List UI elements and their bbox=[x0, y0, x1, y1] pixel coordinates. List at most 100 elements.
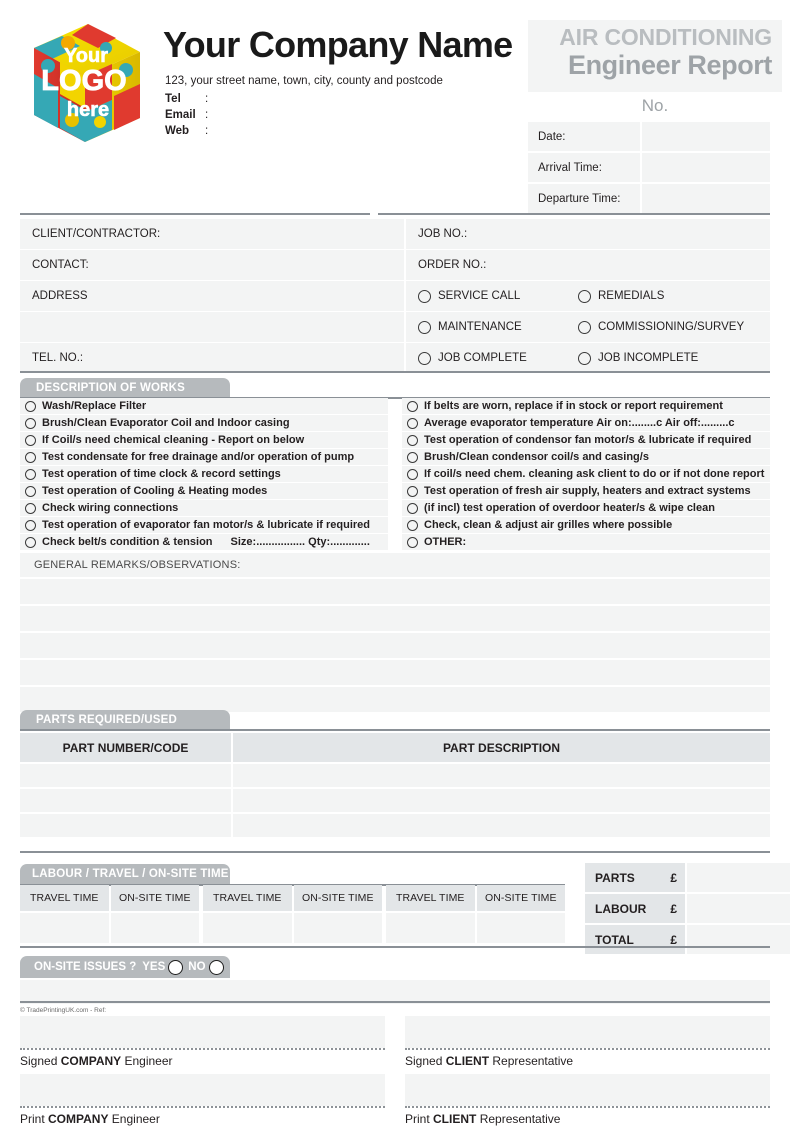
part-number-input[interactable] bbox=[20, 764, 231, 787]
checklist-item[interactable]: If belts are worn, replace if in stock o… bbox=[402, 398, 770, 414]
radio-icon[interactable] bbox=[418, 320, 431, 334]
checklist-label: Average evaporator temperature Air on:..… bbox=[424, 417, 735, 429]
signed-client-representative-input[interactable] bbox=[405, 1016, 770, 1048]
remarks-line[interactable] bbox=[20, 633, 770, 658]
checklist-item[interactable]: If Coil/s need chemical cleaning - Repor… bbox=[20, 432, 388, 448]
part-description-input[interactable] bbox=[233, 789, 770, 812]
checklist-item[interactable]: Average evaporator temperature Air on:..… bbox=[402, 415, 770, 431]
checkbox-icon[interactable] bbox=[407, 502, 418, 514]
part-description-input[interactable] bbox=[233, 814, 770, 837]
checklist-item[interactable]: Test condensate for free drainage and/or… bbox=[20, 449, 388, 465]
header-field-arrival-label: Arrival Time: bbox=[528, 153, 640, 182]
checklist-item[interactable]: (if incl) test operation of overdoor hea… bbox=[402, 500, 770, 516]
radio-icon[interactable] bbox=[578, 351, 591, 365]
table-row: LABOUR £ bbox=[585, 894, 790, 923]
travel-time-input[interactable] bbox=[386, 913, 475, 943]
parts-amount-input[interactable] bbox=[687, 863, 790, 892]
header-fields-table: Date: Arrival Time: Departure Time: bbox=[528, 122, 770, 215]
remarks-line[interactable] bbox=[20, 579, 770, 604]
checkbox-icon[interactable] bbox=[407, 519, 418, 531]
header-divider-left bbox=[20, 213, 370, 215]
checkbox-icon[interactable] bbox=[25, 519, 36, 531]
header-field-departure-input[interactable] bbox=[642, 184, 770, 213]
address-field[interactable]: ADDRESS bbox=[20, 281, 404, 311]
total-amount-input[interactable] bbox=[687, 925, 790, 954]
checklist-item[interactable]: Brush/Clean Evaporator Coil and Indoor c… bbox=[20, 415, 388, 431]
checklist-item[interactable]: Test operation of condensor fan motor/s … bbox=[402, 432, 770, 448]
checklist-item[interactable]: Test operation of Cooling & Heating mode… bbox=[20, 483, 388, 499]
checkbox-icon[interactable] bbox=[25, 468, 36, 480]
option-job-complete[interactable]: JOB COMPLETE bbox=[406, 351, 578, 365]
contact-label-email: Email bbox=[165, 109, 196, 121]
checklist-item[interactable]: Wash/Replace Filter bbox=[20, 398, 388, 414]
checkbox-icon[interactable] bbox=[407, 485, 418, 497]
onsite-time-input[interactable] bbox=[293, 913, 382, 943]
checkbox-icon[interactable] bbox=[25, 417, 36, 429]
checklist-item[interactable]: Check belt/s condition & tension Size:...… bbox=[20, 534, 388, 550]
checklist-label: Test condensate for free drainage and/or… bbox=[42, 451, 355, 463]
checklist-item[interactable]: OTHER: bbox=[402, 534, 770, 550]
checklist-label: Test operation of time clock & record se… bbox=[42, 468, 281, 480]
contact-field[interactable]: CONTACT: bbox=[20, 250, 404, 280]
checkbox-icon[interactable] bbox=[25, 502, 36, 514]
checkbox-icon[interactable] bbox=[25, 434, 36, 446]
travel-time-input[interactable] bbox=[20, 913, 109, 943]
checklist-item[interactable]: Check wiring connections bbox=[20, 500, 388, 516]
checklist-item[interactable]: If coil/s need chem. cleaning ask client… bbox=[402, 466, 770, 482]
checklist-item[interactable]: Test operation of time clock & record se… bbox=[20, 466, 388, 482]
option-maintenance[interactable]: MAINTENANCE bbox=[406, 320, 578, 334]
label-strong: COMPANY bbox=[60, 1054, 122, 1068]
checkbox-icon[interactable] bbox=[407, 468, 418, 480]
onsite-time-input[interactable] bbox=[476, 913, 565, 943]
onsite-time-input[interactable] bbox=[110, 913, 199, 943]
column-header-travel-time: TRAVEL TIME bbox=[20, 885, 109, 911]
print-company-engineer-input[interactable] bbox=[20, 1074, 385, 1106]
client-contractor-field[interactable]: CLIENT/CONTRACTOR: bbox=[20, 219, 404, 249]
signature-grid: Signed COMPANY Engineer Print COMPANY En… bbox=[20, 1016, 770, 1136]
print-client-representative-input[interactable] bbox=[405, 1074, 770, 1106]
checkbox-icon[interactable] bbox=[25, 400, 36, 412]
radio-icon-no[interactable] bbox=[208, 959, 224, 975]
checkbox-icon[interactable] bbox=[407, 434, 418, 446]
radio-icon-yes[interactable] bbox=[168, 959, 184, 975]
checklist-label: If belts are worn, replace if in stock o… bbox=[424, 400, 723, 412]
radio-icon[interactable] bbox=[578, 289, 591, 303]
checklist-item[interactable]: Brush/Clean condensor coil/s and casing/… bbox=[402, 449, 770, 465]
checkbox-icon[interactable] bbox=[407, 451, 418, 463]
radio-icon[interactable] bbox=[578, 320, 591, 334]
checkbox-icon[interactable] bbox=[25, 451, 36, 463]
checkbox-icon[interactable] bbox=[407, 417, 418, 429]
remarks-line[interactable] bbox=[20, 606, 770, 631]
remarks-line[interactable] bbox=[20, 660, 770, 685]
logo-line-1: Your bbox=[64, 45, 108, 67]
header-field-date-input[interactable] bbox=[642, 122, 770, 151]
part-description-input[interactable] bbox=[233, 764, 770, 787]
totals-row-parts: PARTS £ bbox=[585, 863, 685, 892]
order-no-field[interactable]: ORDER NO.: bbox=[406, 250, 770, 280]
remarks-line[interactable] bbox=[20, 687, 770, 712]
option-service-call[interactable]: SERVICE CALL bbox=[406, 289, 578, 303]
checklist-item[interactable]: Check, clean & adjust air grilles where … bbox=[402, 517, 770, 533]
option-job-incomplete[interactable]: JOB INCOMPLETE bbox=[578, 351, 698, 365]
onsite-issues-no-label: NO bbox=[188, 961, 206, 973]
labour-amount-input[interactable] bbox=[687, 894, 790, 923]
signed-company-engineer-input[interactable] bbox=[20, 1016, 385, 1048]
checkbox-icon[interactable] bbox=[407, 400, 418, 412]
option-remedials[interactable]: REMEDIALS bbox=[578, 289, 664, 303]
header-field-arrival-input[interactable] bbox=[642, 153, 770, 182]
checklist-item[interactable]: Test operation of evaporator fan motor/s… bbox=[20, 517, 388, 533]
checklist-item[interactable]: Test operation of fresh air supply, heat… bbox=[402, 483, 770, 499]
part-number-input[interactable] bbox=[20, 789, 231, 812]
part-number-input[interactable] bbox=[20, 814, 231, 837]
checkbox-icon[interactable] bbox=[25, 485, 36, 497]
tel-no-field[interactable]: TEL. NO.: bbox=[20, 343, 404, 373]
address-line-2-field[interactable] bbox=[20, 312, 404, 342]
job-no-field[interactable]: JOB NO.: bbox=[406, 219, 770, 249]
radio-icon[interactable] bbox=[418, 289, 431, 303]
checkbox-icon[interactable] bbox=[407, 536, 418, 548]
checkbox-icon[interactable] bbox=[25, 536, 36, 548]
radio-icon[interactable] bbox=[418, 351, 431, 365]
totals-label: PARTS bbox=[595, 870, 635, 885]
travel-time-input[interactable] bbox=[203, 913, 292, 943]
option-commissioning-survey[interactable]: COMMISSIONING/SURVEY bbox=[578, 320, 744, 334]
